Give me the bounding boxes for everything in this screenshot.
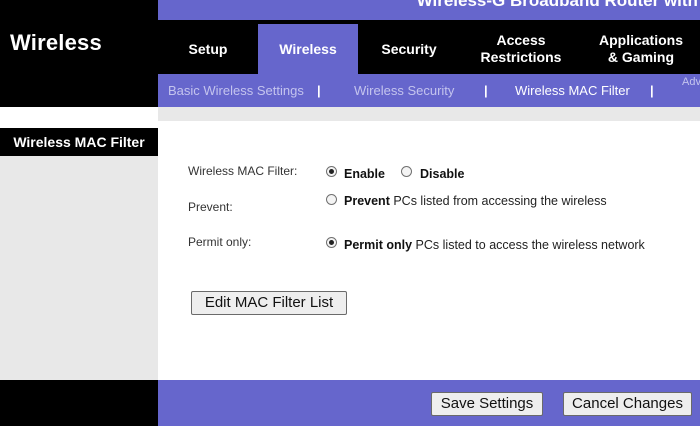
tab-setup[interactable]: Setup [158, 24, 258, 74]
subtab-basic-wireless-settings[interactable]: Basic Wireless Settings [168, 74, 304, 107]
section-title: Wireless [10, 30, 102, 55]
left-spacer [0, 107, 158, 128]
permit-option-rest: PCs listed to access the wireless networ… [412, 238, 645, 252]
save-settings-button[interactable]: Save Settings [431, 392, 543, 416]
subtab-wireless-mac-filter[interactable]: Wireless MAC Filter [515, 74, 630, 107]
tab-access-restrictions[interactable]: Access Restrictions [460, 24, 582, 74]
permit-option-text: Permit only PCs listed to access the wir… [344, 238, 645, 252]
left-footer-block [0, 380, 158, 426]
left-header-block: Wireless [0, 0, 158, 107]
sub-nav: Basic Wireless Settings | Wireless Secur… [158, 74, 700, 107]
tab-security[interactable]: Security [358, 24, 460, 74]
mac-filter-label: Wireless MAC Filter: [188, 164, 298, 178]
content-top-strip [158, 107, 700, 121]
subnav-separator: | [650, 83, 654, 98]
prevent-radio[interactable] [326, 194, 337, 205]
disable-option-text: Disable [420, 167, 464, 181]
permit-option-bold: Permit only [344, 238, 413, 252]
content-panel: Wireless MAC Filter: Enable Disable Prev… [158, 121, 700, 380]
prevent-option-rest: PCs listed from accessing the wireless [389, 194, 607, 208]
tab-applications-gaming[interactable]: Applications & Gaming [582, 24, 700, 74]
permit-only-radio[interactable] [326, 237, 337, 248]
cancel-changes-button[interactable]: Cancel Changes [563, 392, 692, 416]
disable-label: Disable [420, 167, 465, 181]
edit-mac-filter-list-button[interactable]: Edit MAC Filter List [191, 291, 347, 315]
subtab-wireless-security[interactable]: Wireless Security [354, 74, 454, 107]
product-header: Wireless-G Broadband Router with S [158, 0, 700, 20]
mac-filter-disable-radio[interactable] [401, 166, 412, 177]
prevent-option-bold: Prevent [344, 194, 390, 208]
subnav-separator: | [317, 83, 321, 98]
mac-filter-enable-radio[interactable] [326, 166, 337, 177]
footer-bar: Save Settings Cancel Changes [158, 380, 700, 426]
product-name: Wireless-G Broadband Router with S [416, 0, 700, 10]
subtab-advanced[interactable]: Adv [682, 74, 700, 99]
main-nav: Setup Wireless Security Access Restricti… [158, 24, 700, 74]
enable-option-text: Enable [344, 167, 385, 181]
tab-wireless[interactable]: Wireless [258, 24, 358, 74]
left-column: Wireless Wireless MAC Filter [0, 0, 158, 426]
prevent-label: Prevent: [188, 200, 233, 214]
sidebar-subheading: Wireless MAC Filter [0, 128, 158, 156]
enable-label: Enable [344, 167, 385, 181]
sidebar-panel [0, 156, 158, 380]
prevent-option-text: Prevent PCs listed from accessing the wi… [344, 194, 607, 208]
subnav-separator: | [484, 83, 488, 98]
permit-only-label: Permit only: [188, 235, 252, 249]
